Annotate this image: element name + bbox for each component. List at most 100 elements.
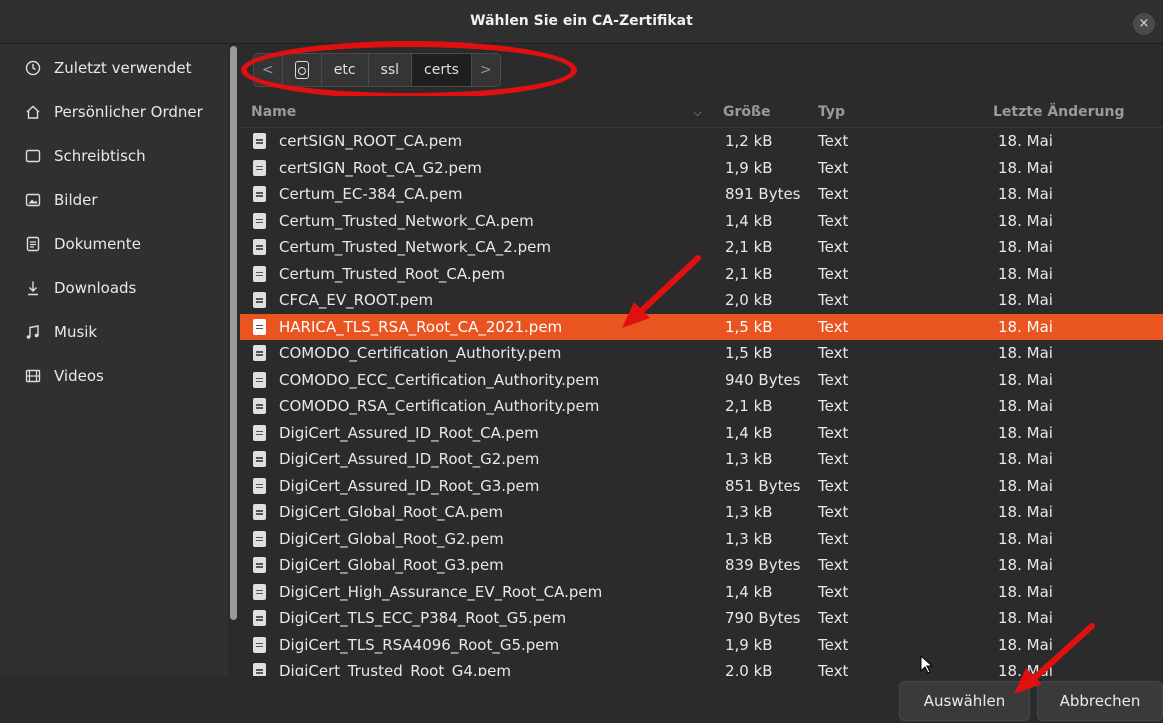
file-modified: 18. Mai — [998, 582, 1053, 601]
table-row[interactable]: DigiCert_Assured_ID_Root_CA.pem 1,4 kB Tex… — [240, 420, 1163, 447]
file-name: DigiCert_Global_Root_G2.pem — [279, 529, 504, 548]
table-row[interactable]: certSIGN_Root_CA_G2.pem 1,9 kB Text 18. Mai — [240, 155, 1163, 182]
table-row[interactable]: DigiCert_Assured_ID_Root_G2.pem 1,3 kB Tex… — [240, 446, 1163, 473]
sidebar-scrollbar[interactable] — [230, 46, 237, 620]
file-modified: 18. Mai — [998, 609, 1053, 627]
file-size: 1,3 kB — [725, 450, 773, 468]
file-name: HARICA_TLS_RSA_Root_CA_2021.pem — [279, 317, 563, 336]
file-size: 1,9 kB — [725, 158, 773, 177]
file-type: Text — [818, 344, 849, 362]
text-file-icon — [253, 451, 266, 467]
table-row[interactable]: Certum_Trusted_Root_CA.pem 2,1 kB Text 18. … — [240, 261, 1163, 288]
sidebar-item-desktop[interactable]: Schreibtisch — [0, 134, 228, 178]
file-name: COMODO_ECC_Certification_Authority.pem — [279, 370, 600, 389]
file-type: Text — [818, 635, 849, 654]
sidebar-item-home[interactable]: Persönlicher Ordner — [0, 90, 228, 134]
sidebar-item-label: Videos — [54, 367, 104, 385]
sidebar-item-label: Dokumente — [54, 235, 141, 253]
file-name: DigiCert_High_Assurance_EV_Root_CA.pem — [279, 582, 603, 601]
select-button[interactable]: Auswählen — [899, 681, 1030, 721]
file-type: Text — [818, 609, 849, 627]
file-type: Text — [818, 158, 849, 177]
file-type: Text — [818, 582, 849, 601]
text-file-icon — [253, 557, 266, 573]
sidebar-item-recent[interactable]: Zuletzt verwendet — [0, 46, 228, 90]
table-row[interactable]: COMODO_RSA_Certification_Authority.pem 2,… — [240, 393, 1163, 420]
text-file-icon — [253, 610, 266, 626]
sidebar-item-label: Schreibtisch — [54, 147, 146, 165]
text-file-icon — [253, 477, 266, 494]
file-type: Text — [818, 450, 849, 468]
table-row[interactable]: HARICA_TLS_RSA_Root_CA_2021.pem 1,5 kB Tex… — [240, 313, 1163, 340]
table-row[interactable]: DigiCert_Assured_ID_Root_G3.pem 851 Bytes… — [240, 473, 1163, 500]
file-size: 790 Bytes — [725, 609, 801, 627]
text-file-icon — [253, 583, 266, 600]
file-size: 839 Bytes — [725, 556, 801, 574]
home-icon — [24, 103, 42, 121]
file-size: 1,5 kB — [725, 344, 773, 362]
file-type: Text — [818, 397, 849, 415]
title-bar: Wählen Sie ein CA-Zertifikat × — [0, 0, 1163, 44]
text-file-icon — [253, 530, 266, 547]
sidebar-item-label: Musik — [54, 323, 98, 341]
file-type: Text — [818, 662, 849, 676]
close-button[interactable]: × — [1133, 13, 1155, 35]
desktop-icon — [24, 147, 42, 165]
file-type: Text — [818, 503, 849, 521]
sidebar-item-documents[interactable]: Dokumente — [0, 222, 228, 266]
file-size: 940 Bytes — [725, 370, 801, 389]
sidebar-item-videos[interactable]: Videos — [0, 354, 228, 398]
text-file-icon — [253, 186, 266, 202]
file-size: 1,9 kB — [725, 635, 773, 654]
sidebar-item-pictures[interactable]: Bilder — [0, 178, 228, 222]
sidebar-item-label: Bilder — [54, 191, 98, 209]
table-row[interactable]: DigiCert_Global_Root_CA.pem 1,3 kB Text 18.… — [240, 499, 1163, 526]
text-file-icon — [253, 398, 266, 414]
cancel-button[interactable]: Abbrechen — [1037, 681, 1163, 721]
file-size: 2,0 kB — [725, 662, 773, 676]
file-modified: 18. Mai — [998, 529, 1053, 548]
table-row[interactable]: DigiCert_Global_Root_G2.pem 1,3 kB Text 18.… — [240, 526, 1163, 553]
table-row[interactable]: DigiCert_TLS_RSA4096_Root_G5.pem 1,9 kB Te… — [240, 632, 1163, 659]
sidebar-item-label: Persönlicher Ordner — [54, 103, 203, 121]
file-size: 2,0 kB — [725, 291, 773, 309]
sidebar-item-label: Zuletzt verwendet — [54, 59, 192, 77]
places-sidebar: Zuletzt verwendet Persönlicher Ordner Sc… — [0, 44, 228, 680]
file-type: Text — [818, 132, 849, 150]
file-name: DigiCert_Assured_ID_Root_G3.pem — [279, 476, 540, 495]
table-row[interactable]: certSIGN_ROOT_CA.pem 1,2 kB Text 18. Mai — [240, 128, 1163, 155]
table-row[interactable]: CFCA_EV_ROOT.pem 2,0 kB Text 18. Mai — [240, 287, 1163, 314]
sidebar-item-music[interactable]: Musik — [0, 310, 228, 354]
file-name: DigiCert_TLS_ECC_P384_Root_G5.pem — [279, 609, 567, 627]
sidebar-item-label: Downloads — [54, 279, 137, 297]
text-file-icon — [253, 371, 266, 388]
table-row[interactable]: Certum_Trusted_Network_CA_2.pem 2,1 kB Tex… — [240, 234, 1163, 261]
text-file-icon — [253, 239, 266, 255]
table-row[interactable]: COMODO_ECC_Certification_Authority.pem 94… — [240, 367, 1163, 394]
file-modified: 18. Mai — [998, 450, 1053, 468]
column-header-size[interactable]: Größe — [723, 104, 771, 120]
file-name: Certum_Trusted_Network_CA_2.pem — [279, 238, 551, 256]
sidebar-item-downloads[interactable]: Downloads — [0, 266, 228, 310]
table-row[interactable]: COMODO_Certification_Authority.pem 1,5 kB… — [240, 340, 1163, 367]
file-modified: 18. Mai — [998, 476, 1053, 495]
file-type: Text — [818, 423, 849, 442]
file-modified: 18. Mai — [998, 503, 1053, 521]
column-header-row: Name ⌵ Größe Typ Letzte Änderung — [240, 96, 1163, 128]
table-row[interactable]: Certum_EC-384_CA.pem 891 Bytes Text 18. Mai — [240, 181, 1163, 208]
mouse-cursor-icon — [920, 655, 934, 674]
file-name: DigiCert_TLS_RSA4096_Root_G5.pem — [279, 635, 560, 654]
column-header-type[interactable]: Typ — [818, 104, 845, 120]
table-row[interactable]: DigiCert_High_Assurance_EV_Root_CA.pem 1,… — [240, 579, 1163, 606]
table-row[interactable]: Certum_Trusted_Network_CA.pem 1,4 kB Text 1… — [240, 208, 1163, 235]
file-size: 1,4 kB — [725, 582, 773, 601]
text-file-icon — [253, 636, 266, 653]
column-header-name[interactable]: Name — [251, 104, 296, 120]
table-row[interactable]: DigiCert_Global_Root_G3.pem 839 Bytes Text… — [240, 552, 1163, 579]
table-row[interactable]: DigiCert_Trusted_Root_G4.pem 2,0 kB Text 18… — [240, 658, 1163, 676]
chevron-down-icon: ⌵ — [693, 105, 703, 119]
table-row[interactable]: DigiCert_TLS_ECC_P384_Root_G5.pem 790 Byt… — [240, 605, 1163, 632]
file-name: Certum_EC-384_CA.pem — [279, 185, 463, 203]
column-header-modified[interactable]: Letzte Änderung — [993, 104, 1125, 120]
file-modified: 18. Mai — [998, 397, 1053, 415]
